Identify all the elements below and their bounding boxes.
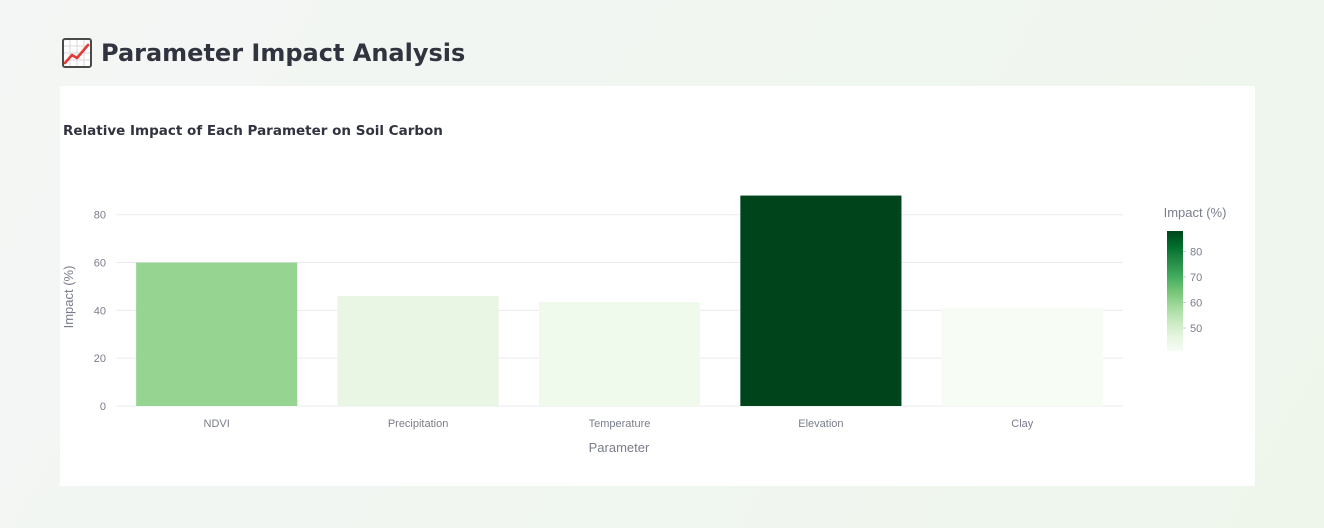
colorbar-tick-labels: 50 60 70 80: [1183, 246, 1202, 335]
x-tick-label: NDVI: [204, 418, 230, 430]
bar-elevation[interactable]: [740, 195, 902, 406]
bar-chart: Relative Impact of Each Parameter on Soi…: [61, 123, 1227, 455]
x-tick-label: Precipitation: [388, 418, 449, 430]
x-tick-label: Clay: [1011, 418, 1034, 430]
page-title: Parameter Impact Analysis: [101, 39, 466, 67]
chart-increasing-icon: [62, 38, 92, 68]
y-tick-label: 60: [94, 258, 106, 270]
bars: [136, 195, 1103, 406]
y-tick-labels: 0 20 40 60 80: [94, 210, 106, 413]
colorbar-tick-label: 70: [1190, 272, 1202, 284]
page-header: Parameter Impact Analysis: [62, 34, 465, 72]
chart-card: Relative Impact of Each Parameter on Soi…: [60, 86, 1255, 486]
chart-title: Relative Impact of Each Parameter on Soi…: [63, 123, 443, 139]
x-tick-label: Temperature: [589, 418, 651, 430]
bar-temperature[interactable]: [538, 301, 701, 406]
y-axis-title: Impact (%): [61, 266, 76, 329]
colorbar-tick-label: 80: [1190, 246, 1202, 258]
x-tick-labels: NDVI Precipitation Temperature Elevation Cla…: [204, 418, 1034, 430]
colorbar-gradient-bar: [1167, 231, 1183, 351]
bar-ndvi[interactable]: [136, 262, 298, 406]
colorbar-title: Impact (%): [1164, 205, 1227, 220]
y-tick-label: 40: [94, 305, 106, 317]
y-tick-label: 80: [94, 210, 106, 222]
y-tick-label: 0: [100, 401, 106, 413]
bar-clay[interactable]: [941, 307, 1103, 406]
y-tick-label: 20: [94, 353, 106, 365]
bar-precipitation[interactable]: [337, 296, 499, 406]
x-tick-label: Elevation: [798, 418, 843, 430]
x-axis-title: Parameter: [589, 440, 650, 455]
colorbar: Impact (%) 50 60 70 80: [1164, 205, 1227, 351]
colorbar-tick-label: 60: [1190, 297, 1202, 309]
colorbar-tick-label: 50: [1190, 323, 1202, 335]
